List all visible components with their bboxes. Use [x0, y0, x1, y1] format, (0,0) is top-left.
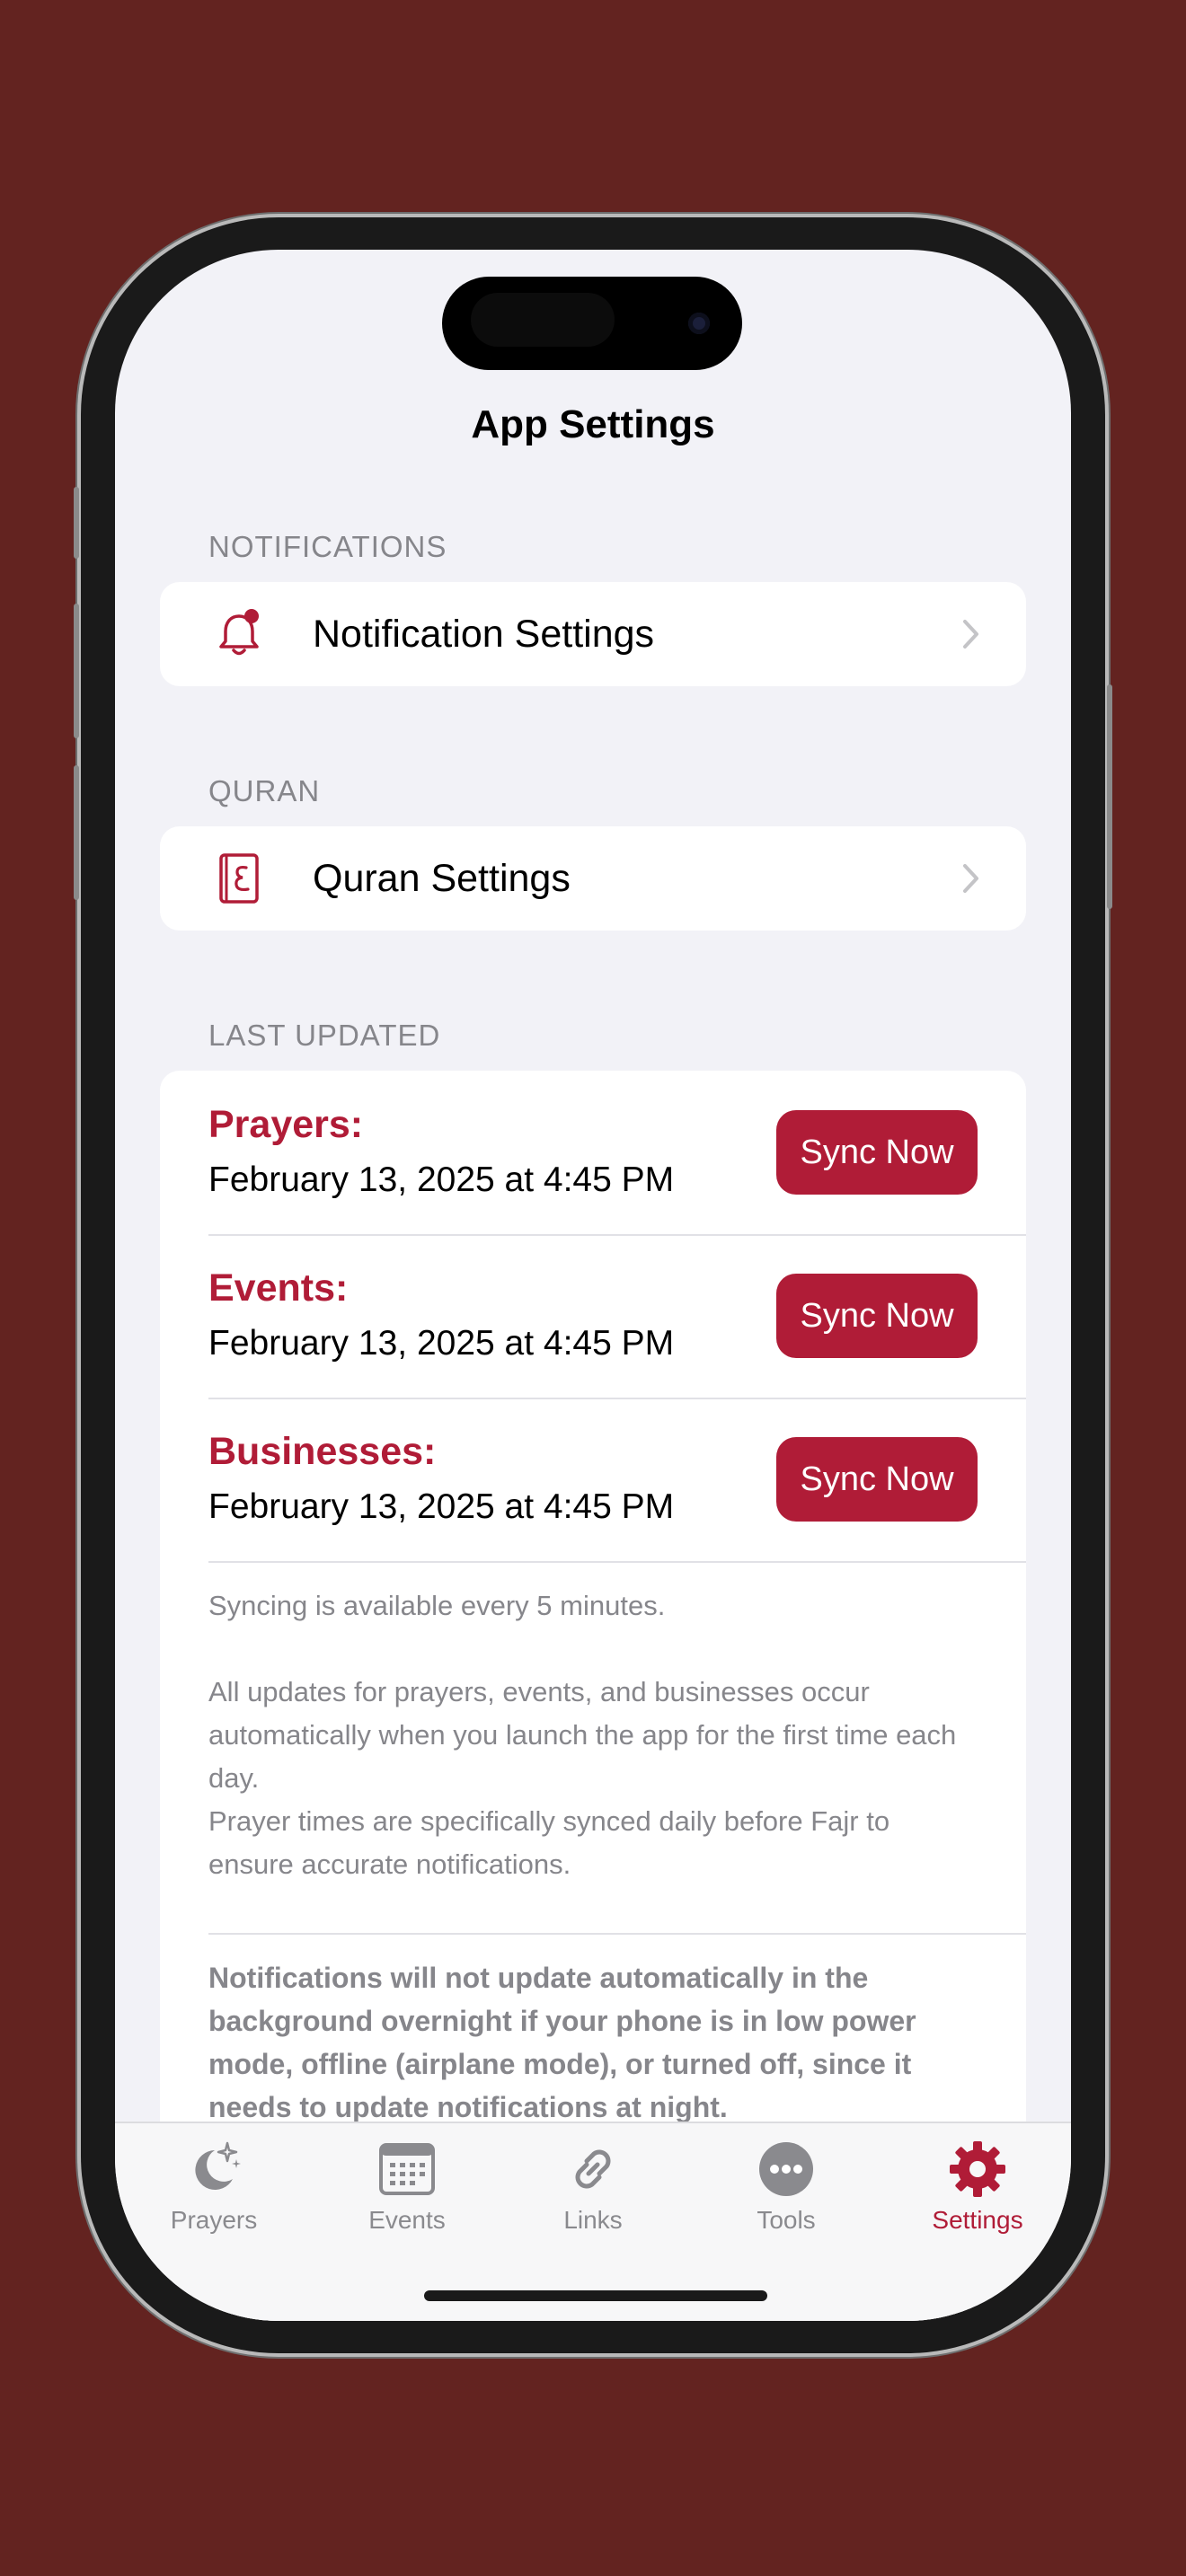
sync-timestamp: February 13, 2025 at 4:45 PM — [208, 1487, 675, 1526]
quran-settings-label: Quran Settings — [313, 856, 571, 900]
sync-row-businesses: Businesses: February 13, 2025 at 4:45 PM… — [160, 1398, 1026, 1561]
page-title: App Settings — [471, 402, 715, 446]
screen: App Settings NOTIFICATIONS Notification … — [115, 250, 1071, 2321]
sensor — [471, 293, 615, 347]
sync-row-events: Events: February 13, 2025 at 4:45 PM Syn… — [160, 1234, 1026, 1398]
sync-interval-note: Syncing is available every 5 minutes. — [208, 1590, 666, 1621]
fajr-sync-note: Prayer times are specifically synced dai… — [208, 1805, 890, 1880]
tab-tools[interactable]: Tools — [714, 2138, 858, 2235]
tab-label: Events — [368, 2206, 446, 2234]
tab-links[interactable]: Links — [521, 2138, 665, 2235]
background-warning-note: Notifications will not update automatica… — [208, 1962, 916, 2123]
sync-category-label: Events: — [208, 1266, 349, 1310]
divider — [208, 1933, 1026, 1935]
camera-lens — [688, 313, 710, 334]
power-button — [1107, 684, 1112, 909]
sync-now-button-events[interactable]: Sync Now — [776, 1274, 978, 1358]
notification-settings-row[interactable]: Notification Settings — [160, 582, 1026, 686]
calendar-icon — [379, 2143, 435, 2195]
tab-label: Links — [563, 2206, 623, 2234]
tab-events[interactable]: Events — [335, 2138, 479, 2235]
section-header-last-updated: LAST UPDATED — [208, 1019, 441, 1052]
sync-row-prayers: Prayers: February 13, 2025 at 4:45 PM Sy… — [160, 1071, 1026, 1234]
tab-label: Settings — [932, 2206, 1023, 2234]
tab-label: Tools — [757, 2206, 816, 2234]
gear-icon — [950, 2141, 1005, 2197]
tab-prayers[interactable]: Prayers — [142, 2138, 286, 2235]
quran-settings-row[interactable]: Quran Settings — [160, 826, 1026, 931]
phone-frame: App Settings NOTIFICATIONS Notification … — [74, 217, 1112, 2353]
sync-timestamp: February 13, 2025 at 4:45 PM — [208, 1324, 675, 1363]
quran-card: Quran Settings — [160, 826, 1026, 931]
section-header-quran: QURAN — [208, 774, 321, 807]
volume-down-button — [74, 765, 79, 900]
sync-category-label: Prayers: — [208, 1103, 364, 1146]
divider — [208, 1561, 1026, 1563]
bell-badge-icon — [219, 609, 259, 656]
sync-timestamp: February 13, 2025 at 4:45 PM — [208, 1160, 675, 1199]
chevron-right-icon — [963, 864, 978, 893]
ellipsis-circle-icon — [759, 2142, 813, 2196]
section-header-notifications: NOTIFICATIONS — [208, 530, 447, 563]
auto-update-note: All updates for prayers, events, and bus… — [208, 1676, 957, 1794]
sync-now-button-prayers[interactable]: Sync Now — [776, 1110, 978, 1195]
notifications-card: Notification Settings — [160, 582, 1026, 686]
tab-bar: Prayers Events Links Tools Settings — [115, 2122, 1071, 2321]
chevron-right-icon — [963, 620, 978, 648]
tab-settings[interactable]: Settings — [906, 2138, 1049, 2235]
volume-up-button — [74, 604, 79, 738]
link-icon — [575, 2149, 611, 2189]
notification-settings-label: Notification Settings — [313, 612, 655, 656]
dynamic-island — [442, 277, 742, 370]
action-button — [74, 487, 79, 559]
home-indicator — [424, 2290, 767, 2301]
sync-now-button-businesses[interactable]: Sync Now — [776, 1437, 978, 1522]
tab-label: Prayers — [170, 2206, 258, 2234]
quran-book-icon — [219, 853, 259, 904]
moon-stars-icon — [195, 2141, 241, 2190]
sync-category-label: Businesses: — [208, 1430, 437, 1473]
